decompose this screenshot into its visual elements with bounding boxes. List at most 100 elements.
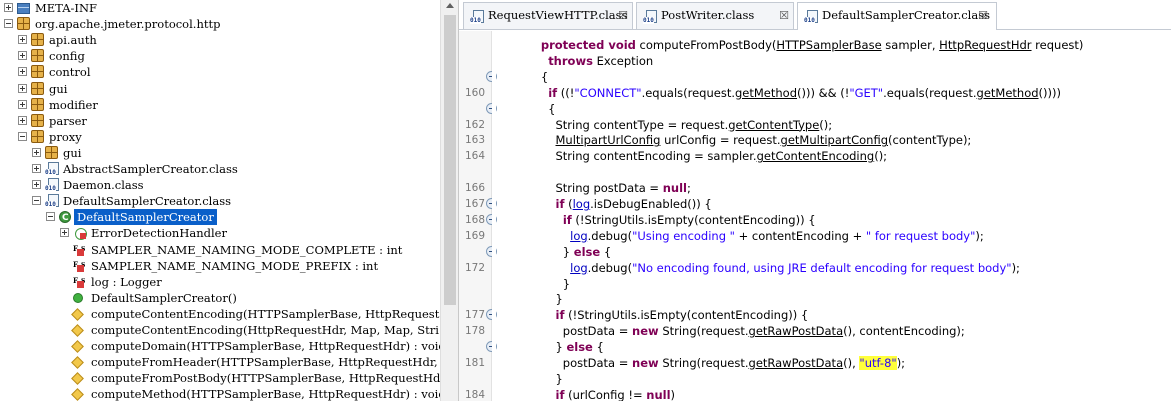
code-line[interactable]: protected void computeFromPostBody(HTTPS…	[497, 37, 1171, 53]
line-number: 164	[464, 150, 485, 163]
static-marker: S	[81, 245, 86, 253]
tree-item[interactable]: DefaultSamplerCreator()	[0, 290, 440, 306]
tree-item[interactable]: org.apache.jmeter.protocol.http	[0, 16, 440, 32]
inner-class-icon	[73, 226, 87, 241]
tree-item-label: computeFromPostBody(HTTPSamplerBase, Htt…	[91, 371, 440, 386]
tree-item[interactable]: api.auth	[0, 32, 440, 48]
class-file-icon	[470, 9, 484, 24]
collapse-icon[interactable]	[32, 196, 41, 206]
static-final-field-icon: S	[73, 242, 87, 257]
package-icon	[31, 33, 44, 47]
tree-item[interactable]: ErrorDetectionHandler	[0, 225, 440, 241]
close-tab-icon[interactable]: ☒	[779, 3, 789, 28]
static-marker: S	[81, 261, 86, 269]
tree-item[interactable]: computeFromHeader(HTTPSamplerBase, HttpR…	[0, 354, 440, 370]
line-number: 162	[464, 118, 485, 131]
expand-icon[interactable]	[32, 180, 41, 190]
code-line[interactable]: {	[497, 101, 1171, 117]
code-line[interactable]: if (log.isDebugEnabled()) {	[497, 196, 1171, 212]
tree-item-label: control	[49, 65, 91, 80]
collapse-icon[interactable]	[18, 131, 27, 141]
tree-item[interactable]: proxy	[0, 129, 440, 145]
line-number	[459, 276, 485, 292]
tree-item[interactable]: computeFromPostBody(HTTPSamplerBase, Htt…	[0, 370, 440, 386]
tree-item-label: ErrorDetectionHandler	[91, 226, 227, 241]
tree-item-label: org.apache.jmeter.protocol.http	[35, 17, 221, 32]
code-line[interactable]: if (!StringUtils.isEmpty(contentEncoding…	[497, 307, 1171, 323]
tree-vertical-scrollbar[interactable]	[440, 0, 458, 401]
tree-item[interactable]: META-INF	[0, 0, 440, 16]
code-line[interactable]: {	[497, 69, 1171, 85]
tree-item[interactable]: gui	[0, 81, 440, 97]
expand-icon[interactable]	[18, 51, 27, 61]
tree-item[interactable]: Daemon.class	[0, 177, 440, 193]
collapse-icon[interactable]	[46, 212, 55, 222]
tree-item[interactable]: computeContentEncoding(HttpRequestHdr, M…	[0, 322, 440, 338]
editor-tab[interactable]: PostWriter.class ☒	[636, 2, 794, 29]
tree-item[interactable]: config	[0, 48, 440, 64]
tree-item[interactable]: control	[0, 64, 440, 80]
tree-item[interactable]: S SAMPLER_NAME_NAMING_MODE_PREFIX : int	[0, 258, 440, 274]
code-line[interactable]: MultipartUrlConfig urlConfig = request.g…	[497, 132, 1171, 148]
scroll-up-icon[interactable]	[446, 3, 454, 8]
tree-item[interactable]: parser	[0, 113, 440, 129]
package-icon	[31, 81, 44, 95]
expand-icon[interactable]	[4, 3, 13, 12]
code-line[interactable]: log.debug("No encoding found, using JRE …	[497, 260, 1171, 276]
expand-icon[interactable]	[32, 147, 41, 157]
tree-item[interactable]: DefaultSamplerCreator.class	[0, 193, 440, 209]
code-line[interactable]: if (!StringUtils.isEmpty(contentEncoding…	[497, 212, 1171, 228]
code-line[interactable]: String contentEncoding = sampler.getCont…	[497, 148, 1171, 164]
line-number: 163	[464, 134, 485, 147]
code-line[interactable]: }	[497, 276, 1171, 292]
tree-item-label: SAMPLER_NAME_NAMING_MODE_COMPLETE : int	[91, 242, 403, 257]
static-final-field-icon: S	[73, 258, 87, 273]
tree-item[interactable]: AbstractSamplerCreator.class	[0, 161, 440, 177]
line-number-gutter: 160 162 163 164 166 167 168 169 172 177 178 181 184	[459, 31, 497, 401]
code-line[interactable]: postData = new String(request.getRawPost…	[497, 355, 1171, 371]
expand-icon[interactable]	[32, 164, 41, 173]
class-file-icon	[804, 9, 818, 24]
editor-tab[interactable]: DefaultSamplerCreator.class☒	[797, 2, 997, 30]
expand-icon[interactable]	[18, 99, 27, 109]
overview-ruler	[492, 31, 496, 401]
tree-item[interactable]: computeDomain(HTTPSamplerBase, HttpReque…	[0, 338, 440, 354]
tree-item-label: computeFromHeader(HTTPSamplerBase, HttpR…	[91, 355, 440, 370]
scrollbar-thumb[interactable]	[444, 15, 456, 305]
code-line[interactable]: log.debug("Using encoding " + contentEnc…	[497, 228, 1171, 244]
close-tab-icon[interactable]: ☒	[618, 3, 628, 28]
expand-icon[interactable]	[18, 115, 27, 125]
tree-item[interactable]: Slog : Logger	[0, 274, 440, 290]
tab-label: PostWriter.class	[661, 8, 755, 22]
expand-icon[interactable]	[18, 67, 27, 77]
collapse-icon[interactable]	[4, 19, 13, 29]
class-icon	[59, 210, 71, 225]
tree-item[interactable]: S SAMPLER_NAME_NAMING_MODE_COMPLETE : int	[0, 242, 440, 258]
code-line[interactable]: }	[497, 291, 1171, 307]
expand-icon[interactable]	[60, 228, 69, 238]
tree-item[interactable]: computeContentEncoding(HTTPSamplerBase, …	[0, 306, 440, 322]
code-line[interactable]: throws Exception	[497, 53, 1171, 69]
editor-tab[interactable]: RequestViewHTTP.class☒	[463, 2, 633, 29]
package-icon	[31, 49, 44, 63]
code-line[interactable]: } else {	[497, 339, 1171, 355]
code-line[interactable]: } else {	[497, 244, 1171, 260]
class-file-icon	[643, 9, 657, 24]
code-line[interactable]: String contentType = request.getContentT…	[497, 117, 1171, 133]
close-tab-icon[interactable]: ☒	[978, 3, 988, 28]
code-line[interactable]: String postData = null;	[497, 180, 1171, 196]
code-line[interactable]: if (urlConfig != null)	[497, 387, 1171, 401]
code-line[interactable]: if ((!"CONNECT".equals(request.getMethod…	[497, 85, 1171, 101]
expand-icon[interactable]	[18, 35, 27, 45]
code-line[interactable]: }	[497, 371, 1171, 387]
tree-item-label: DefaultSamplerCreator.class	[63, 194, 231, 209]
tree-item[interactable]: gui	[0, 145, 440, 161]
code-area[interactable]: protected void computeFromPostBody(HTTPS…	[497, 31, 1171, 401]
tree-item[interactable]: DefaultSamplerCreator	[0, 209, 440, 226]
expand-icon[interactable]	[18, 83, 27, 93]
code-line[interactable]: postData = new String(request.getRawPost…	[497, 323, 1171, 339]
tree-item[interactable]: computeMethod(HTTPSamplerBase, HttpReque…	[0, 386, 440, 401]
tree-item[interactable]: modifier	[0, 97, 440, 113]
code-line[interactable]	[497, 164, 1171, 180]
tree-item-label: computeMethod(HTTPSamplerBase, HttpReque…	[91, 387, 440, 401]
